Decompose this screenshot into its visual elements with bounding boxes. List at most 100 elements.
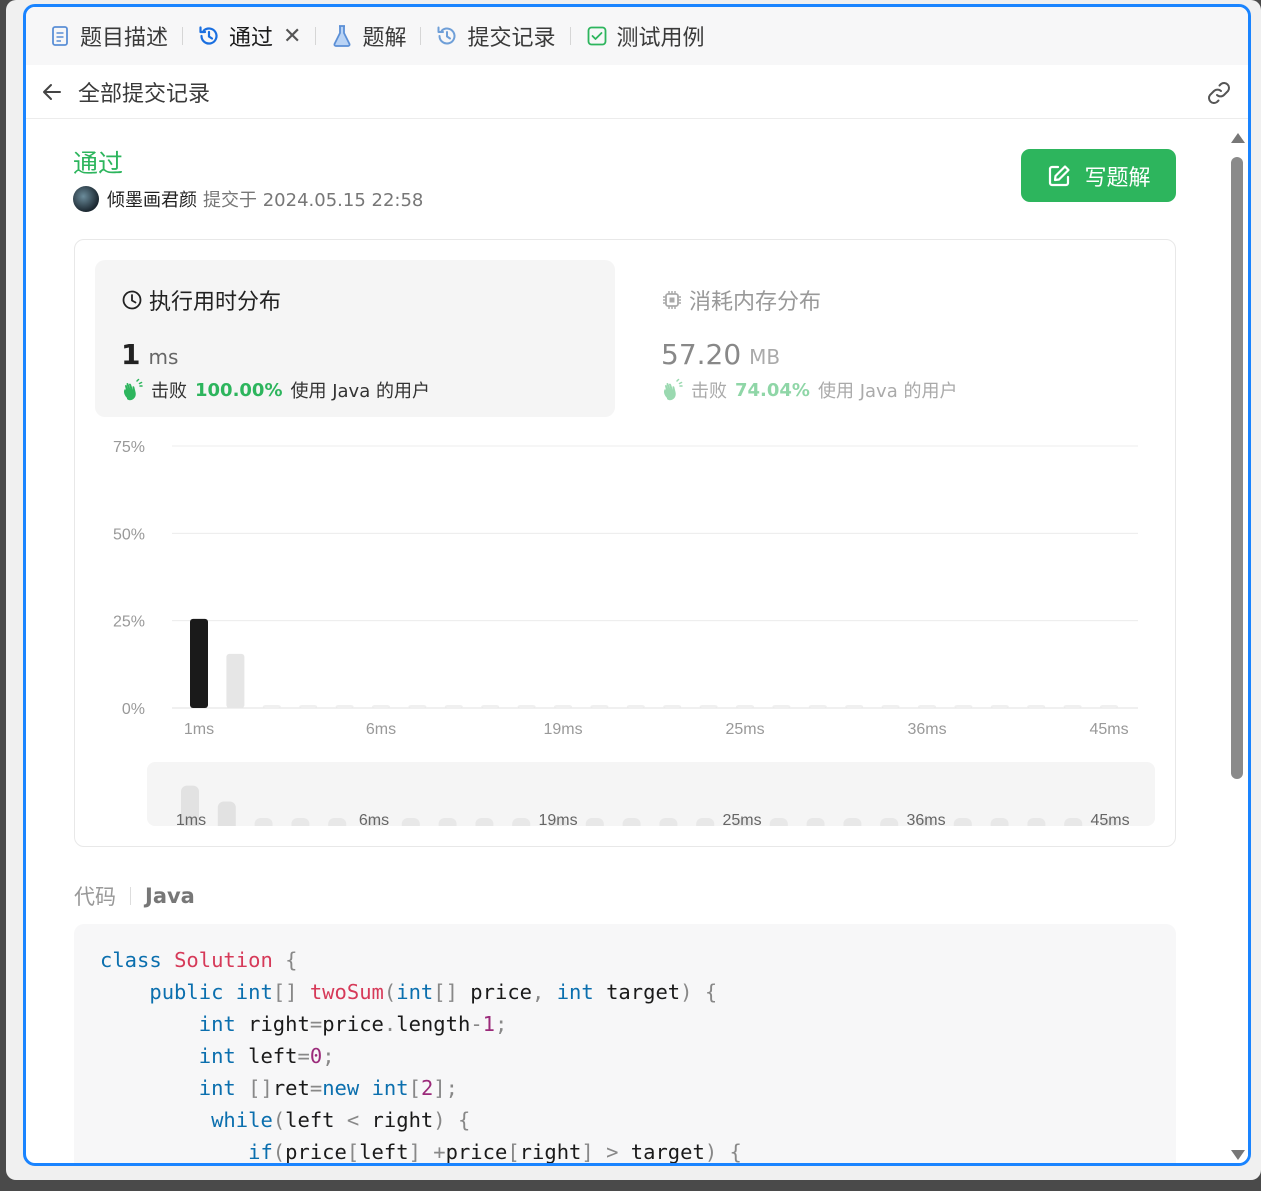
mini-tick-label: 6ms: [359, 812, 389, 826]
mini-chart: 1ms 6ms 19ms 25ms 36ms 45ms: [176, 785, 1130, 826]
x-tick-label: 6ms: [366, 721, 396, 738]
mini-tick-label: 36ms: [906, 812, 945, 826]
write-solution-label: 写题解: [1084, 165, 1151, 191]
submission-detail: 通过 倾墨画君颜 提交于 2024.05.15 22:58 写题解 执行用时分布: [26, 119, 1231, 1163]
tab-submissions[interactable]: 提交记录: [429, 7, 561, 65]
chart-bar: [990, 705, 1009, 708]
mini-bar: [843, 818, 862, 826]
checkbox-icon: [585, 24, 609, 48]
submission-panel: 题目描述 通过 ✕ 题解 提交记录 测试用例 全部提交记录 通过 倾墨画君颜 提…: [23, 4, 1251, 1166]
page-title[interactable]: 全部提交记录: [78, 76, 210, 108]
tab-label: 提交记录: [467, 26, 556, 51]
beat-suffix: 使用 Java 的用户: [290, 381, 430, 402]
tab-testcases[interactable]: 测试用例: [579, 7, 711, 65]
sub-header: 全部提交记录: [26, 65, 1248, 119]
chart-range-selector[interactable]: 1ms 6ms 19ms 25ms 36ms 45ms: [147, 762, 1155, 826]
code-header: 代码 Java: [74, 881, 195, 911]
chart-bar: [663, 705, 682, 708]
runtime-value: 1: [121, 338, 141, 371]
x-tick-label: 1ms: [184, 721, 214, 738]
tab-divider: [569, 27, 571, 45]
chart-bar: [881, 705, 900, 708]
tab-label: 通过: [229, 26, 274, 51]
scrollbar[interactable]: [1226, 119, 1248, 1163]
beat-suffix: 使用 Java 的用户: [817, 381, 958, 402]
chart-bar: [590, 705, 609, 708]
chart-bar: [372, 705, 390, 708]
mini-tick-label: 25ms: [722, 812, 761, 826]
mini-bar: [217, 801, 236, 826]
tab-bar: 题目描述 通过 ✕ 题解 提交记录 测试用例: [26, 7, 1248, 65]
beat-percent: 74.04%: [735, 379, 810, 401]
memory-unit: MB: [749, 345, 781, 369]
y-tick-label: 0%: [122, 701, 145, 718]
x-tick-label: 36ms: [907, 721, 946, 738]
chart-bar: [736, 705, 754, 708]
mini-bar: [696, 818, 715, 826]
x-tick-label: 45ms: [1089, 721, 1128, 738]
x-tick-label: 19ms: [543, 721, 582, 738]
beat-percent: 100.00%: [195, 379, 283, 401]
mini-bar: [475, 818, 494, 826]
chart-bar: [299, 705, 318, 708]
chart-bar: [772, 705, 791, 708]
mini-bar: [328, 818, 347, 826]
tab-label: 题解: [362, 26, 407, 51]
write-solution-button[interactable]: 写题解: [1021, 149, 1176, 202]
memory-title: 消耗内存分布: [689, 290, 822, 315]
chart-bar: [699, 705, 718, 708]
chart-bar: [408, 705, 427, 708]
runtime-title: 执行用时分布: [149, 290, 282, 315]
mini-bar: [1064, 818, 1083, 826]
tab-solutions[interactable]: 题解: [324, 7, 412, 65]
runtime-unit: ms: [148, 345, 179, 369]
user-name[interactable]: 倾墨画君颜: [107, 186, 197, 212]
chart-bar: [1100, 705, 1118, 708]
memory-value: 57.20: [661, 338, 742, 371]
code-label: 代码: [74, 885, 116, 909]
chip-icon: [661, 289, 683, 311]
back-arrow-icon[interactable]: [38, 78, 66, 106]
avatar[interactable]: [73, 186, 99, 212]
memory-stat[interactable]: 消耗内存分布 57.20 MB 击败 74.04% 使用 Java 的用户: [635, 260, 1155, 417]
chart-bar: [626, 705, 645, 708]
status-badge: 通过: [73, 149, 124, 178]
submitted-time: 提交于 2024.05.15 22:58: [203, 190, 424, 211]
clap-icon: [121, 378, 145, 402]
mini-bar: [622, 818, 641, 826]
close-icon[interactable]: ✕: [283, 24, 301, 49]
chart-bar: [517, 705, 536, 708]
divider: [130, 887, 131, 905]
runtime-stat[interactable]: 执行用时分布 1 ms 击败 100.00% 使用 Java 的用户: [95, 260, 615, 417]
mini-tick-label: 1ms: [176, 812, 206, 826]
mini-tick-label: 45ms: [1090, 812, 1129, 826]
chart-bar: [335, 705, 354, 708]
chart-bar: [1063, 705, 1082, 708]
mini-bar: [401, 818, 420, 826]
mini-bar: [990, 818, 1009, 826]
link-icon[interactable]: [1204, 78, 1234, 108]
mini-bar: [659, 818, 678, 826]
scroll-thumb[interactable]: [1231, 157, 1243, 779]
submission-meta: 倾墨画君颜 提交于 2024.05.15 22:58: [73, 186, 423, 212]
mini-bar: [291, 818, 310, 826]
runtime-distribution-chart: 75% 50% 25% 0% 1ms 6ms 19ms 25ms 36ms 45ms: [113, 439, 1138, 738]
y-tick-label: 25%: [113, 614, 145, 631]
tab-description[interactable]: 题目描述: [42, 7, 174, 65]
mini-bar: [512, 818, 531, 826]
tab-divider: [315, 27, 317, 45]
tab-label: 题目描述: [80, 26, 169, 51]
mini-bar: [585, 818, 604, 826]
y-tick-label: 75%: [113, 439, 145, 456]
chart-bar: [190, 618, 208, 708]
edit-icon: [1046, 163, 1072, 189]
tab-accepted[interactable]: 通过 ✕: [191, 7, 307, 65]
scroll-up-arrow-icon[interactable]: [1231, 133, 1245, 143]
chart-bar: [262, 705, 281, 708]
chart-bar: [444, 705, 463, 708]
beat-prefix: 击败: [691, 381, 727, 402]
chart-bar: [481, 705, 500, 708]
code-block[interactable]: class Solution { public int[] twoSum(int…: [74, 924, 1176, 1163]
chart-bar: [954, 705, 973, 708]
scroll-down-arrow-icon[interactable]: [1231, 1150, 1245, 1160]
